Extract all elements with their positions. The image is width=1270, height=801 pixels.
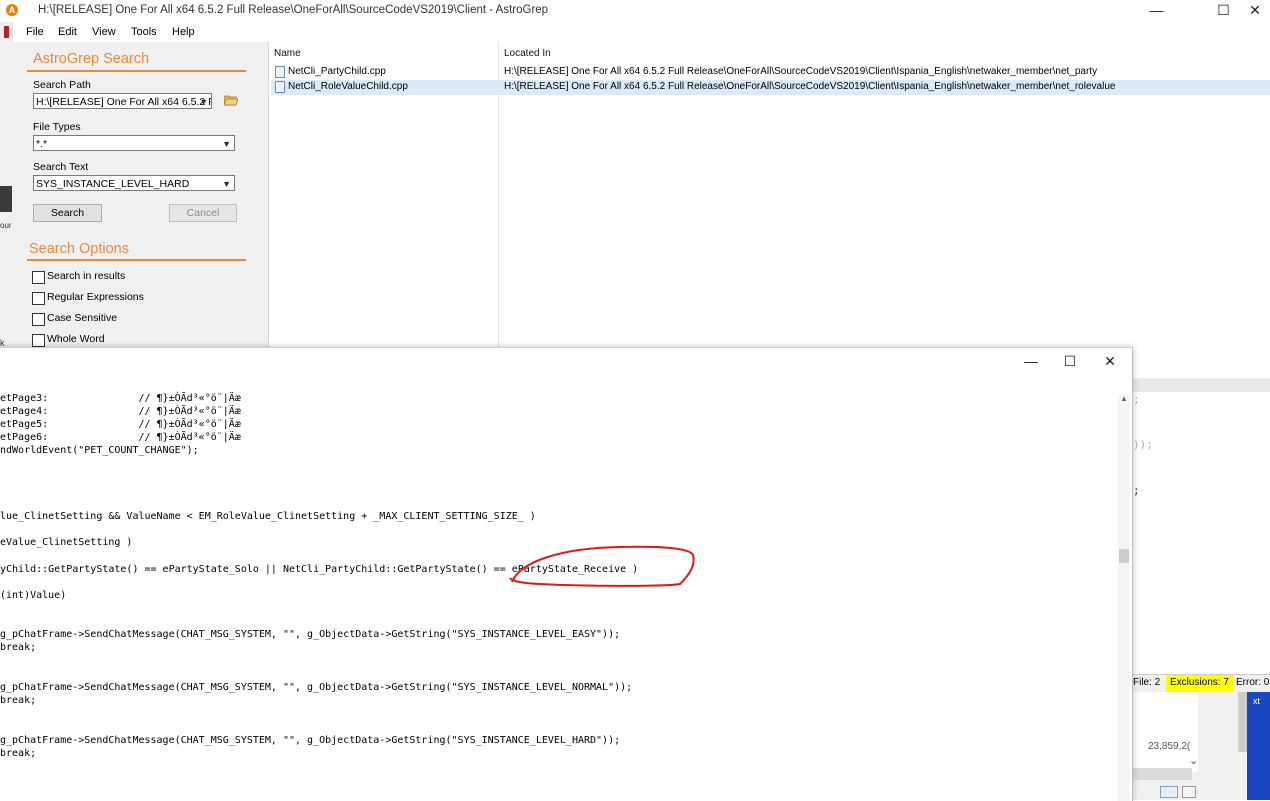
cancel-button[interactable]: Cancel	[169, 204, 237, 222]
file-types-value: *.*	[36, 138, 48, 150]
code-line: lue_ClinetSetting && ValueName < EM_Role…	[0, 511, 536, 522]
close-icon[interactable]: ✕	[1240, 0, 1270, 22]
result-file-name: NetCli_PartyChild.cpp	[288, 66, 386, 77]
result-file-location: H:\[RELEASE] One For All x64 6.5.2 Full …	[504, 66, 1098, 77]
editor-close-icon[interactable]: ✕	[1090, 350, 1130, 372]
code-line: ndWorldEvent("PET_COUNT_CHANGE");	[0, 445, 199, 456]
search-path-label: Search Path	[33, 79, 91, 91]
search-panel-heading: AstroGrep Search	[33, 51, 150, 67]
search-text-label: Search Text	[33, 161, 89, 173]
title-bar: A H:\[RELEASE] One For All x64 6.5.2 Ful…	[0, 0, 1270, 22]
editor-maximize-icon[interactable]: ☐	[1050, 350, 1090, 372]
menu-edit[interactable]: Edit	[58, 26, 77, 38]
scroll-up-icon[interactable]: ▲	[1120, 394, 1128, 403]
background-code-fragment: ;	[1133, 393, 1140, 406]
checkbox-box[interactable]	[32, 271, 45, 284]
checkbox-label: Search in results	[47, 270, 126, 282]
code-line: g_pChatFrame->SendChatMessage(CHAT_MSG_S…	[0, 735, 621, 746]
results-list: Name Located In NetCli_PartyChild.cpp H:…	[269, 42, 1270, 352]
search-options-heading: Search Options	[29, 241, 129, 257]
chevron-down-icon[interactable]: ▼	[222, 176, 231, 190]
code-line: etPage4: // ¶}±ÒÃd³«°ö¨|Äæ	[0, 406, 241, 417]
background-dark-block	[0, 186, 12, 212]
code-line: break;	[0, 695, 37, 706]
code-line: eValue_ClinetSetting )	[0, 537, 133, 548]
details-view-icon[interactable]	[1160, 786, 1178, 798]
background-blue-panel: xt	[1247, 692, 1270, 800]
search-panel: AstroGrep Search Search Path H:\[RELEASE…	[12, 42, 269, 352]
code-line: etPage5: // ¶}±ÒÃd³«°ö¨|Äæ	[0, 419, 241, 430]
search-button[interactable]: Search	[33, 204, 102, 222]
window-title: H:\[RELEASE] One For All x64 6.5.2 Full …	[38, 4, 549, 16]
file-types-label: File Types	[33, 121, 81, 133]
code-line: break;	[0, 642, 37, 653]
table-row-selected[interactable]: NetCli_RoleValueChild.cpp H:\[RELEASE] O…	[271, 80, 1270, 95]
background-code-fragment: ;	[1133, 484, 1140, 497]
result-file-name: NetCli_RoleValueChild.cpp	[288, 81, 408, 92]
result-file-location: H:\[RELEASE] One For All x64 6.5.2 Full …	[504, 81, 1116, 92]
checkbox-box[interactable]	[32, 313, 45, 326]
table-row[interactable]: NetCli_PartyChild.cpp H:\[RELEASE] One F…	[271, 65, 1270, 80]
menu-bar: File Edit View Tools Help	[0, 24, 1270, 42]
background-code-fragment: ));	[1133, 438, 1153, 451]
options-divider	[27, 259, 246, 261]
code-line: break;	[0, 748, 37, 759]
heading-divider	[27, 70, 246, 72]
status-file-count: File: 2	[1133, 677, 1161, 688]
editor-vertical-scrollbar[interactable]: ▲	[1118, 394, 1130, 801]
column-header-name[interactable]: Name	[274, 48, 301, 59]
code-line: etPage6: // ¶}±ÒÃd³«°ö¨|Äæ	[0, 432, 241, 443]
scrollbar-thumb[interactable]	[1119, 549, 1129, 563]
list-view-icon[interactable]	[1182, 786, 1196, 798]
menu-tools[interactable]: Tools	[131, 26, 157, 38]
chevron-down-icon[interactable]: ▼	[199, 94, 208, 108]
code-line-highlighted: yChild::GetPartyState() == ePartyState_S…	[0, 564, 639, 575]
checkbox-label: Regular Expressions	[47, 291, 144, 303]
background-gray-strip	[1132, 378, 1270, 392]
code-line: (int)Value)	[0, 590, 67, 601]
status-errors[interactable]: Error: 0	[1236, 677, 1269, 688]
status-bar: File: 2 Exclusions: 7 Error: 0	[1132, 674, 1270, 693]
search-text-combo[interactable]: SYS_INSTANCE_LEVEL_HARD ▼	[33, 175, 235, 191]
astrogrep-app-icon: A	[6, 4, 18, 16]
code-line: g_pChatFrame->SendChatMessage(CHAT_MSG_S…	[0, 629, 621, 640]
code-editor-window: — ☐ ✕ etPage3: // ¶}±ÒÃd³«°ö¨|Äæ etPage4…	[0, 347, 1133, 801]
checkbox-box[interactable]	[32, 292, 45, 305]
folder-open-icon[interactable]	[223, 94, 239, 106]
checkbox-label: Whole Word	[47, 333, 105, 345]
background-blue-text: xt	[1253, 696, 1261, 706]
editor-minimize-icon[interactable]: —	[1011, 350, 1051, 372]
minimize-icon[interactable]: —	[1134, 0, 1179, 22]
background-number: 23,859,2(	[1148, 741, 1191, 752]
column-header-located-in[interactable]: Located In	[504, 48, 551, 59]
search-path-value: H:\[RELEASE] One For All x64 6.5.2 F	[36, 96, 212, 108]
search-text-value: SYS_INSTANCE_LEVEL_HARD	[36, 178, 190, 190]
checkbox-label: Case Sensitive	[47, 312, 118, 324]
file-icon	[275, 66, 285, 78]
background-scrollbar[interactable]	[1238, 692, 1247, 752]
background-horizontal-scrollbar[interactable]	[1132, 768, 1192, 780]
chevron-down-icon[interactable]: ▼	[222, 136, 231, 150]
file-types-combo[interactable]: *.* ▼	[33, 135, 235, 151]
search-path-combo[interactable]: H:\[RELEASE] One For All x64 6.5.2 F ▼	[33, 93, 212, 109]
menu-help[interactable]: Help	[172, 26, 195, 38]
menu-view[interactable]: View	[92, 26, 116, 38]
code-line: g_pChatFrame->SendChatMessage(CHAT_MSG_S…	[0, 682, 633, 693]
background-edge-text: our	[0, 221, 12, 230]
checkbox-box[interactable]	[32, 334, 45, 347]
menu-file[interactable]: File	[26, 26, 44, 38]
status-exclusions[interactable]: Exclusions: 7	[1166, 675, 1233, 693]
file-icon	[275, 81, 285, 93]
chevron-down-icon[interactable]: ⌄	[1189, 754, 1198, 767]
code-line: etPage3: // ¶}±ÒÃd³«°ö¨|Äæ	[0, 393, 241, 404]
